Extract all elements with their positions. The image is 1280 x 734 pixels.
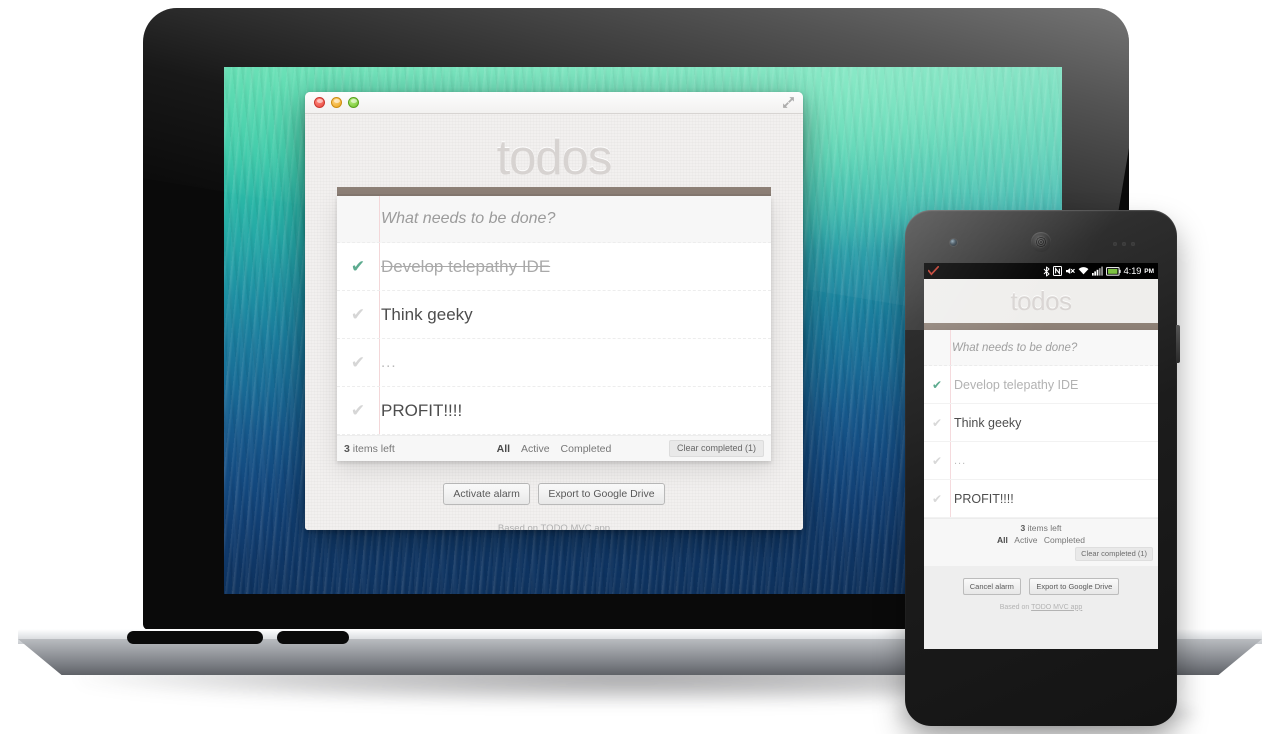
laptop-hinge-notch-right [277,631,349,644]
items-left-counter: 3 items left [344,443,395,455]
todo-label: ... [381,354,397,371]
table-row[interactable]: ✔ ... [337,339,771,387]
phone-items-left-text: items left [1025,523,1062,533]
expand-icon[interactable] [782,96,795,109]
list-item[interactable]: ✔ ... [924,442,1158,480]
phone-export-google-drive-button[interactable]: Export to Google Drive [1029,577,1120,595]
todo-label: Think geeky [954,415,1022,430]
zoom-icon[interactable] [348,97,359,108]
checkmark-icon[interactable]: ✔ [924,416,950,430]
todo-label: ... [954,454,967,467]
margin-rule [950,442,951,479]
credit-line: Based on TODO MVC app [305,523,803,530]
checkmark-icon[interactable]: ✔ [924,378,950,392]
table-row[interactable]: ✔ Develop telepathy IDE [337,243,771,291]
phone-items-left-counter: 3 items left [929,523,1153,533]
margin-rule [950,366,951,403]
table-row[interactable]: ✔ PROFIT!!!! [337,387,771,435]
phone-clear-wrap: Clear completed (1) [929,547,1153,561]
margin-rule [379,243,380,290]
filter-active[interactable]: Active [521,443,550,455]
clear-completed-button[interactable]: Clear completed (1) [668,440,764,457]
margin-rule [950,480,951,517]
checkmark-icon[interactable]: ✔ [337,306,379,323]
power-button[interactable] [1176,325,1180,363]
scene-root: todos What needs to be done? ✔ Develop t… [0,0,1280,734]
todomvc-link[interactable]: TODO MVC app [541,523,611,530]
phone-new-todo-row[interactable]: What needs to be done? [924,330,1158,366]
page-title: todos [496,131,613,185]
activate-alarm-button[interactable]: Activate alarm [443,483,530,505]
desktop-todo-window: todos What needs to be done? ✔ Develop t… [305,92,803,530]
window-titlebar [305,92,803,114]
export-google-drive-button[interactable]: Export to Google Drive [538,483,665,505]
margin-rule [379,339,380,386]
margin-rule [379,291,380,338]
todo-label: PROFIT!!!! [954,491,1014,506]
margin-rule [950,404,951,441]
phone-filter-group: All Active Completed [929,535,1153,545]
app-action-bar: Activate alarm Export to Google Drive [305,483,803,505]
new-todo-row[interactable]: What needs to be done? [337,196,771,243]
todo-card: What needs to be done? ✔ Develop telepat… [337,187,771,461]
cancel-alarm-button[interactable]: Cancel alarm [962,577,1021,595]
window-controls [314,97,359,108]
phone-filter-active[interactable]: Active [1014,535,1037,545]
todo-label: Think geeky [381,304,473,324]
new-todo-input[interactable]: What needs to be done? [381,210,555,228]
todo-label: PROFIT!!!! [381,400,463,420]
phone-todomvc-link[interactable]: TODO MVC app [1031,604,1082,611]
phone-credit-line: Based on TODO MVC app [924,604,1158,611]
checkmark-icon[interactable]: ✔ [924,492,950,506]
phone-credit-prefix: Based on [999,603,1032,611]
margin-rule [950,330,951,365]
laptop-hinge-notch-left [127,631,263,644]
list-item[interactable]: ✔ Develop telepathy IDE [924,366,1158,404]
checkmark-icon[interactable]: ✔ [337,258,379,275]
checkmark-icon[interactable]: ✔ [924,454,950,468]
checkmark-icon[interactable]: ✔ [337,402,379,419]
phone-action-bar: Cancel alarm Export to Google Drive [924,576,1158,595]
close-icon[interactable] [314,97,325,108]
todo-footer: 3 items left All Active Completed Clear … [337,435,771,461]
list-item[interactable]: ✔ Think geeky [924,404,1158,442]
table-row[interactable]: ✔ Think geeky [337,291,771,339]
phone-filter-completed[interactable]: Completed [1044,535,1085,545]
phone-device: 4:19 PM todos What needs to be done? ✔ D… [905,210,1180,726]
todo-label: Develop telepathy IDE [381,256,551,276]
items-left-text: items left [349,442,395,455]
phone-filter-all[interactable]: All [997,535,1008,545]
margin-rule [379,387,380,434]
phone-clear-completed-button[interactable]: Clear completed (1) [1075,547,1153,561]
phone-glass-reflection [905,210,1177,330]
margin-rule [379,196,380,242]
minimize-icon[interactable] [331,97,342,108]
window-content: todos What needs to be done? ✔ Develop t… [305,114,803,530]
todo-label: Develop telepathy IDE [954,377,1079,392]
filter-all[interactable]: All [497,443,510,455]
filter-completed[interactable]: Completed [561,443,612,455]
list-item[interactable]: ✔ PROFIT!!!! [924,480,1158,518]
checkmark-icon[interactable]: ✔ [337,354,379,371]
phone-new-todo-input[interactable]: What needs to be done? [952,342,1077,354]
phone-todo-footer: 3 items left All Active Completed Clear … [924,518,1158,566]
credit-prefix: Based on [497,523,541,530]
